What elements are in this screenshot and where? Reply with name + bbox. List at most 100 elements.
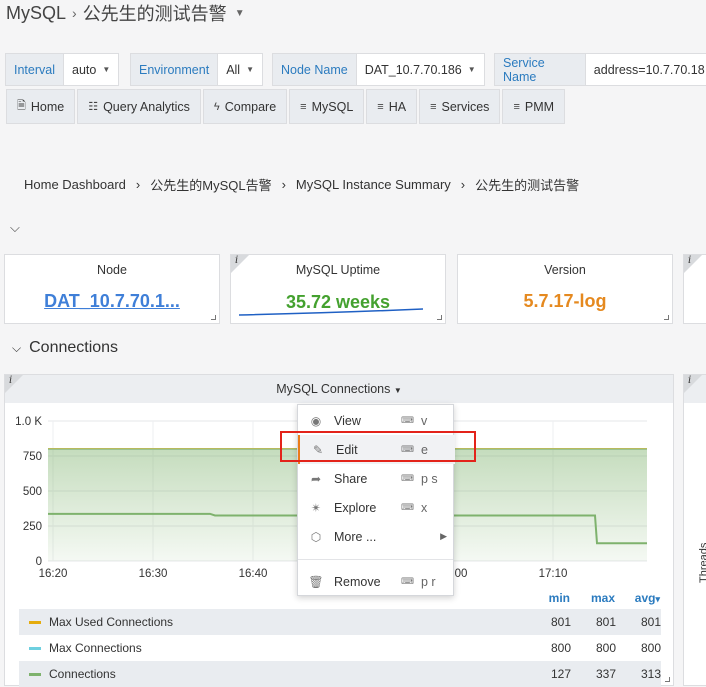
x-tick-label: 16:30 bbox=[139, 568, 168, 580]
cube-icon: ⬡ bbox=[310, 529, 322, 544]
caret-down-icon[interactable]: ▼ bbox=[235, 8, 245, 19]
legend-avg: 801 bbox=[640, 615, 661, 629]
menu-shortcut: v bbox=[421, 413, 428, 428]
bars-icon: ≡ bbox=[300, 100, 307, 113]
menu-item-explore[interactable]: ✴ Explore ⌨ x bbox=[298, 493, 455, 522]
link-compare[interactable]: ϟ Compare bbox=[202, 89, 288, 124]
chevron-right-icon: › bbox=[72, 5, 77, 21]
breadcrumb-item[interactable]: 公先生的测试告警 bbox=[475, 175, 579, 194]
menu-shortcut: p s bbox=[421, 471, 438, 486]
menu-divider bbox=[298, 559, 453, 560]
menu-item-remove[interactable]: 🗑 Remove ⌨ p r bbox=[298, 567, 455, 596]
link-query-analytics[interactable]: ☷ Query Analytics bbox=[77, 89, 201, 124]
stat-panel-version[interactable]: Version 5.7.17-log bbox=[457, 254, 673, 324]
caret-down-icon: ▼ bbox=[467, 65, 476, 74]
interval-dropdown[interactable]: auto ▼ bbox=[64, 54, 118, 85]
section-label[interactable]: MySQL bbox=[6, 3, 66, 24]
stat-value-link[interactable]: DAT_10.7.70.1... bbox=[5, 291, 219, 312]
stat-title: Node bbox=[97, 263, 127, 277]
menu-shortcut: p r bbox=[421, 574, 436, 589]
environment-dropdown[interactable]: All ▼ bbox=[218, 54, 262, 85]
x-tick-label: 16:20 bbox=[39, 568, 68, 580]
breadcrumb-item[interactable]: Home Dashboard bbox=[24, 177, 126, 192]
stat-panel-clipped[interactable]: i bbox=[683, 254, 706, 324]
link-mysql[interactable]: ≡ MySQL bbox=[289, 89, 365, 124]
panel-header[interactable]: i MySQL Connections ▼ bbox=[5, 375, 673, 403]
keyboard-icon: ⌨ bbox=[401, 473, 414, 483]
link-label: Home bbox=[30, 99, 65, 114]
resize-handle[interactable] bbox=[437, 315, 442, 320]
menu-item-more[interactable]: ⬡ More ... ▶ bbox=[298, 522, 455, 551]
stat-panel-uptime[interactable]: i MySQL Uptime 35.72 weeks bbox=[230, 254, 446, 324]
caret-down-icon: ▼ bbox=[246, 65, 255, 74]
panel-header[interactable]: i bbox=[684, 375, 706, 403]
stat-panel-node[interactable]: Node DAT_10.7.70.1... bbox=[4, 254, 220, 324]
node-name-variable[interactable]: Node Name DAT_10.7.70.186 ▼ bbox=[272, 53, 485, 86]
chevron-right-icon: › bbox=[135, 177, 141, 192]
link-label: Query Analytics bbox=[103, 99, 190, 114]
interval-variable[interactable]: Interval auto ▼ bbox=[5, 53, 120, 86]
stat-value: 5.7.17-log bbox=[523, 291, 607, 311]
resize-handle[interactable] bbox=[211, 315, 216, 320]
y-tick-label: 750 bbox=[23, 451, 42, 463]
keyboard-icon: ⌨ bbox=[401, 502, 414, 512]
chevron-down-icon: ⌵ bbox=[12, 340, 22, 355]
share-icon: ➦ bbox=[310, 471, 322, 486]
menu-label: View bbox=[334, 413, 361, 428]
breadcrumb-item[interactable]: MySQL Instance Summary bbox=[296, 177, 451, 192]
panel-title[interactable]: MySQL Connections ▼ bbox=[5, 382, 673, 396]
legend-header-avg[interactable]: avg▾ bbox=[615, 591, 660, 605]
legend-row[interactable]: Max Connections 800 800 800 bbox=[19, 635, 661, 661]
legend-header-min[interactable]: min bbox=[525, 591, 570, 605]
legend-header-max[interactable]: max bbox=[570, 591, 615, 605]
service-name-dropdown[interactable]: address=10.7.70.18 bbox=[586, 54, 706, 85]
chevron-down-icon[interactable]: ⌵ bbox=[10, 220, 20, 236]
graph-panel-threads[interactable]: i Threads bbox=[683, 374, 706, 686]
axis-label: Threads bbox=[698, 542, 706, 583]
stat-title: Version bbox=[544, 263, 586, 277]
menu-item-share[interactable]: ➦ Share ⌨ p s bbox=[298, 464, 455, 493]
link-label: Services bbox=[441, 99, 490, 114]
service-name-variable[interactable]: Service Name address=10.7.70.18 bbox=[494, 53, 706, 86]
row-title: Connections bbox=[29, 339, 119, 356]
legend-series-name: Max Used Connections bbox=[49, 615, 174, 629]
environment-variable[interactable]: Environment All ▼ bbox=[130, 53, 264, 86]
resize-handle[interactable] bbox=[664, 315, 669, 320]
legend-header: min max avg▾ bbox=[525, 591, 660, 605]
node-name-dropdown[interactable]: DAT_10.7.70.186 ▼ bbox=[357, 54, 484, 85]
resize-handle[interactable] bbox=[665, 677, 670, 682]
page-title[interactable]: 公先生的测试告警 bbox=[83, 0, 227, 26]
y-tick-label: 0 bbox=[36, 556, 42, 568]
sort-desc-icon: ▾ bbox=[655, 594, 660, 604]
legend-min: 800 bbox=[550, 641, 571, 655]
link-pmm[interactable]: ≡ PMM bbox=[502, 89, 566, 124]
info-icon[interactable]: i bbox=[684, 255, 702, 273]
link-ha[interactable]: ≡ HA bbox=[366, 89, 418, 124]
breadcrumb-item[interactable]: 公先生的MySQL告警 bbox=[150, 175, 271, 194]
grid-icon: ☷ bbox=[88, 101, 99, 113]
y-tick-label: 500 bbox=[23, 486, 42, 498]
legend-swatch bbox=[29, 672, 41, 676]
info-icon[interactable]: i bbox=[684, 375, 702, 393]
link-home[interactable]: 🗎 Home bbox=[6, 89, 76, 124]
legend-row[interactable]: Max Used Connections 801 801 801 bbox=[19, 609, 661, 635]
legend-row[interactable]: Connections 127 337 313 bbox=[19, 661, 661, 687]
link-services[interactable]: ≡ Services bbox=[419, 89, 501, 124]
eye-icon: ◉ bbox=[310, 413, 322, 428]
environment-label: Environment bbox=[131, 54, 219, 85]
service-name-value: address=10.7.70.18 bbox=[593, 62, 705, 77]
link-label: HA bbox=[388, 99, 407, 114]
menu-label: More ... bbox=[334, 529, 377, 544]
panel-title-text: MySQL Connections bbox=[276, 382, 391, 396]
bolt-icon: ϟ bbox=[213, 100, 220, 113]
legend-max: 801 bbox=[595, 615, 616, 629]
keyboard-icon: ⌨ bbox=[401, 576, 414, 586]
node-name-value: DAT_10.7.70.186 bbox=[364, 62, 462, 77]
x-tick-label: 16:40 bbox=[239, 568, 268, 580]
bars-icon: ≡ bbox=[430, 100, 437, 113]
y-tick-label: 250 bbox=[23, 521, 42, 533]
row-header-connections[interactable]: ⌵ Connections bbox=[12, 339, 118, 357]
node-name-label: Node Name bbox=[273, 54, 357, 85]
dashboard-title[interactable]: MySQL › 公先生的测试告警 ▼ bbox=[6, 0, 245, 26]
legend-series-name: Connections bbox=[49, 667, 116, 681]
